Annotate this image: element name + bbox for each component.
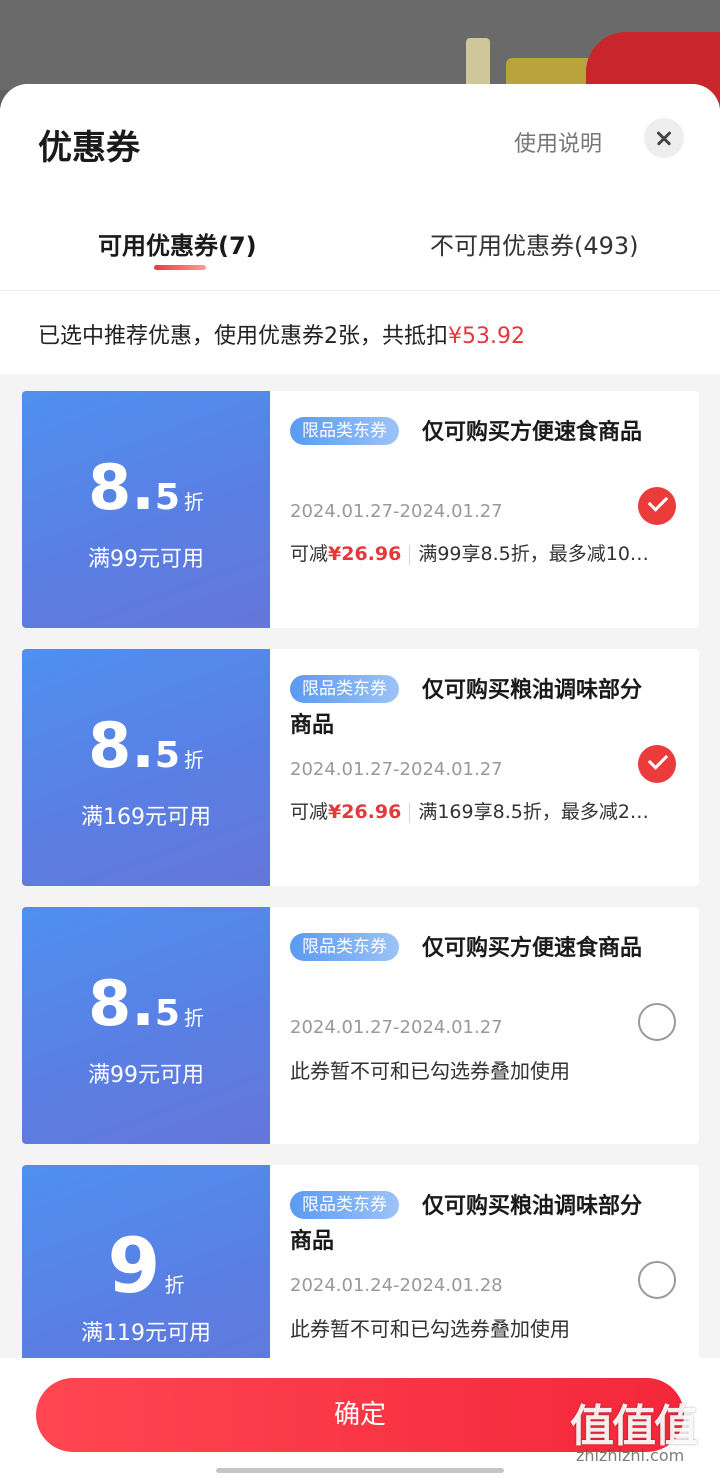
coupon-card[interactable]: 8.5 折 满99元可用 仅可购买方便速食商品 限品类东券 2024.01.27-…	[22, 391, 699, 628]
coupon-card[interactable]: 8.5 折 满99元可用 仅可购买方便速食商品 限品类东券 2024.01.27-…	[22, 907, 699, 1144]
coupon-condition: 满119元可用	[81, 1321, 211, 1346]
watermark-text: zhizhizhi.com	[576, 1446, 685, 1465]
coupon-date: 2024.01.24-2024.01.28	[290, 1275, 503, 1296]
sheet-header: 优惠券 使用说明 可用优惠券(7) 不可用优惠券(493) 已选中推荐优惠，使用…	[0, 84, 720, 374]
coupon-sheet: 优惠券 使用说明 可用优惠券(7) 不可用优惠券(493) 已选中推荐优惠，使用…	[0, 84, 720, 1476]
close-icon[interactable]	[644, 118, 684, 158]
active-tab-indicator	[154, 265, 206, 270]
coupon-value-panel: 8.5 折 满99元可用	[22, 907, 270, 1144]
summary-text: 已选中推荐优惠，使用优惠券2张，共抵扣	[38, 324, 448, 349]
discount-value: 8.5 折	[88, 709, 204, 782]
coupon-details: 仅可购买方便速食商品 限品类东券 2024.01.27-2024.01.27 此…	[270, 907, 699, 1144]
coupon-details: 仅可购买粮油调味部分商品 限品类东券 2024.01.27-2024.01.27…	[270, 649, 699, 886]
discount-value: 8.5 折	[88, 451, 204, 524]
coupon-tag: 限品类东券	[290, 933, 399, 961]
divider	[0, 290, 720, 291]
coupon-checkbox-checked[interactable]	[638, 745, 676, 783]
coupon-value-panel: 8.5 折 满169元可用	[22, 649, 270, 886]
watermark-logo: 值值值	[570, 1401, 698, 1452]
coupon-date: 2024.01.27-2024.01.27	[290, 501, 503, 522]
coupon-condition: 满99元可用	[88, 1063, 204, 1088]
coupon-saving: 可减¥26.96 满99享8.5折，最多减10…	[290, 543, 649, 565]
home-indicator[interactable]	[216, 1468, 504, 1473]
coupon-card[interactable]: 8.5 折 满169元可用 仅可购买粮油调味部分商品 限品类东券 2024.01.…	[22, 649, 699, 886]
coupon-checkbox-checked[interactable]	[638, 487, 676, 525]
coupon-value-panel: 8.5 折 满99元可用	[22, 391, 270, 628]
coupon-stack-note: 此券暂不可和已勾选券叠加使用	[290, 1059, 570, 1083]
tab-available-coupons[interactable]: 可用优惠券(7)	[98, 226, 257, 261]
coupon-condition: 满99元可用	[88, 547, 204, 572]
coupon-tag: 限品类东券	[290, 417, 399, 445]
discount-value: 9折	[107, 1221, 185, 1310]
usage-instructions-link[interactable]: 使用说明	[514, 126, 602, 158]
coupon-date: 2024.01.27-2024.01.27	[290, 1017, 503, 1038]
discount-value: 8.5 折	[88, 967, 204, 1040]
summary-amount: ¥53.92	[448, 324, 525, 349]
coupon-checkbox-unchecked[interactable]	[638, 1003, 676, 1041]
coupon-details: 仅可购买方便速食商品 限品类东券 2024.01.27-2024.01.27 可…	[270, 391, 699, 628]
coupon-stack-note: 此券暂不可和已勾选券叠加使用	[290, 1317, 570, 1341]
watermark: 值值值 zhizhizhi.com	[566, 1390, 714, 1474]
background-product-image	[466, 38, 490, 90]
sheet-title: 优惠券	[38, 128, 140, 168]
coupon-checkbox-unchecked[interactable]	[638, 1261, 676, 1299]
tab-unavailable-coupons[interactable]: 不可用优惠券(493)	[430, 226, 639, 261]
coupon-tag: 限品类东券	[290, 1191, 399, 1219]
coupon-tag: 限品类东券	[290, 675, 399, 703]
coupon-date: 2024.01.27-2024.01.27	[290, 759, 503, 780]
coupon-condition: 满169元可用	[81, 805, 211, 830]
selection-summary: 已选中推荐优惠，使用优惠券2张，共抵扣¥53.92	[38, 318, 525, 350]
coupon-saving: 可减¥26.96 满169享8.5折，最多减2…	[290, 801, 649, 823]
